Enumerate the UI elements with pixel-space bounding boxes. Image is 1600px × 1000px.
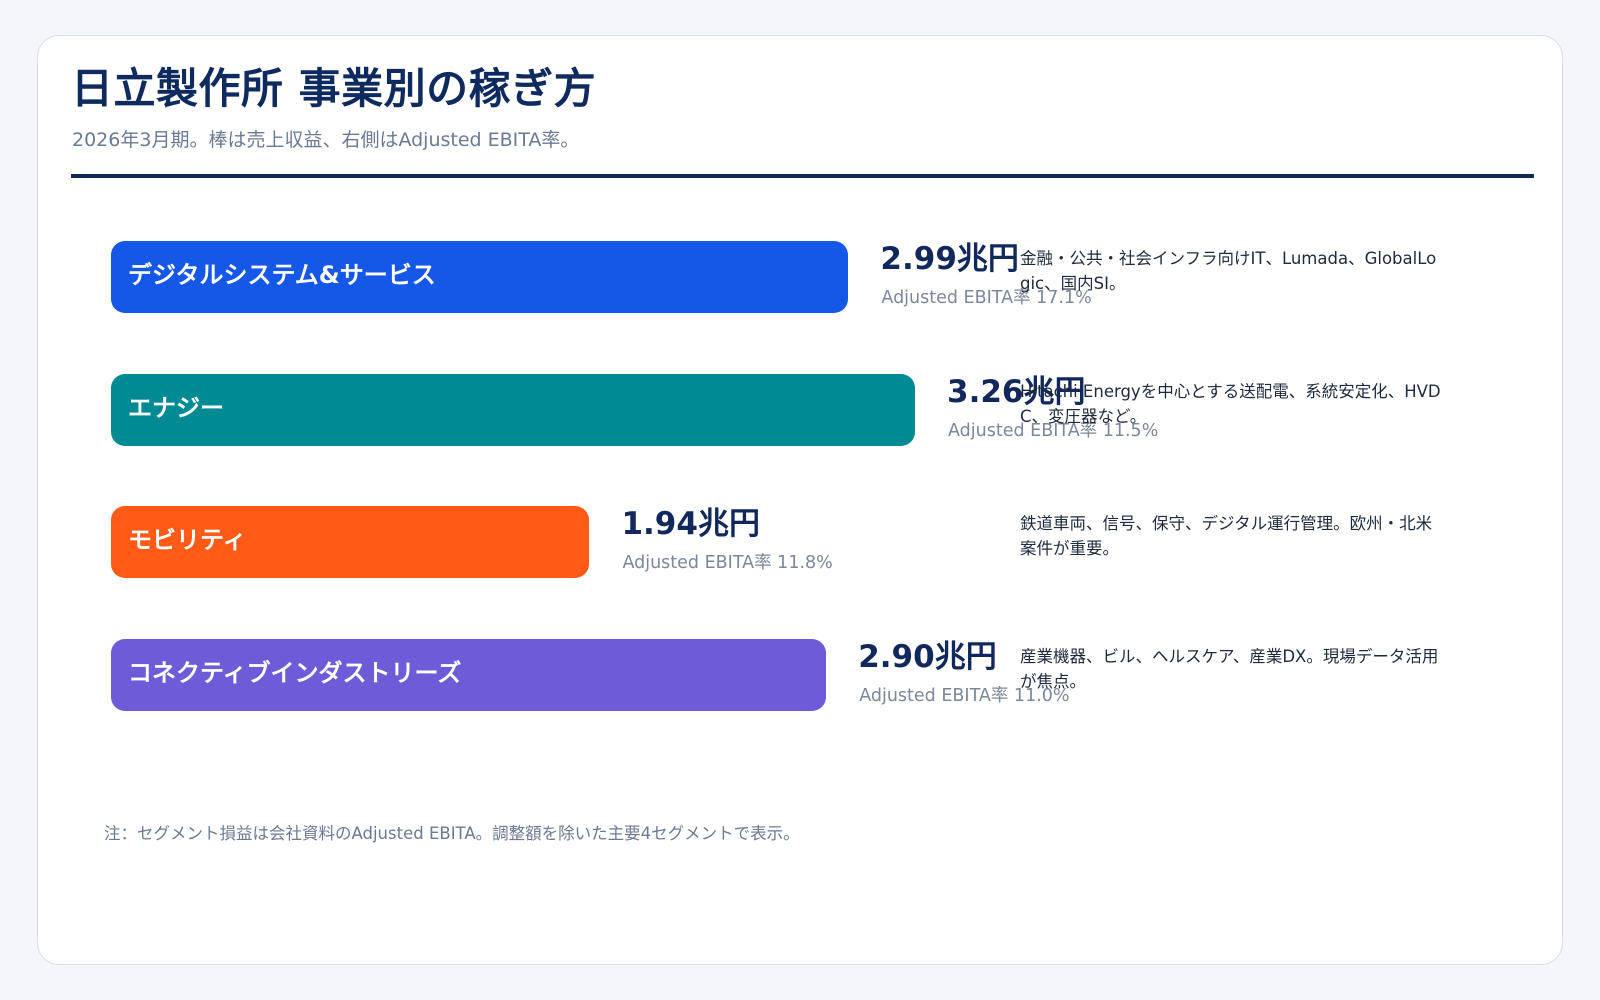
segment-bar: コネクティブインダストリーズ	[111, 638, 827, 711]
segment-row: モビリティ 1.94兆円 Adjusted EBITA率 11.8% 鉄道車両、信号、…	[38, 506, 1564, 580]
segment-row: エナジー 3.26兆円 Adjusted EBITA率 11.5% Hitachi E…	[38, 373, 1564, 448]
segment-name-label: モビリティ	[128, 526, 247, 554]
segment-bar: デジタルシステム&サービス	[111, 241, 849, 313]
ebita-margin-label: Adjusted EBITA率 11.8%	[622, 553, 833, 573]
segment-description: 産業機器、ビル、ヘルスケア、産業DX。現場データ活用が焦点。	[1020, 646, 1439, 691]
segment-name-label: コネクティブインダストリーズ	[128, 658, 462, 687]
segment-description: 金融・公共・社会インフラ向けIT、Lumada、GlobalLogic、国内SI…	[1020, 249, 1437, 293]
segment-name-label: デジタルシステム&サービス	[128, 261, 436, 289]
segment-row: デジタルシステム&サービス 2.99兆円 Adjusted EBITA率 17.1%…	[38, 241, 1564, 315]
revenue-value-label: 1.94兆円	[621, 506, 760, 542]
segment-name-label: エナジー	[128, 393, 224, 422]
segment-row: コネクティブインダストリーズ 2.90兆円 Adjusted EBITA率 11.0…	[38, 638, 1564, 713]
segment-description: Hitachi Energyを中心とする送配電、系統安定化、HVDC、変圧器など…	[1020, 381, 1441, 426]
footnote: 注：セグメント損益は会社資料のAdjusted EBITA。調整額を除いた主要4…	[104, 824, 800, 843]
chart-card: 日立製作所 事業別の稼ぎ方 2026年3月期。棒は売上収益、右側はAdjuste…	[37, 35, 1563, 965]
segment-bar: モビリティ	[111, 506, 590, 578]
segment-bar: エナジー	[111, 373, 915, 446]
revenue-value-label: 2.90兆円	[858, 638, 997, 675]
segment-description: 鉄道車両、信号、保守、デジタル運行管理。欧州・北米案件が重要。	[1020, 514, 1433, 558]
revenue-value-label: 2.99兆円	[880, 241, 1019, 277]
